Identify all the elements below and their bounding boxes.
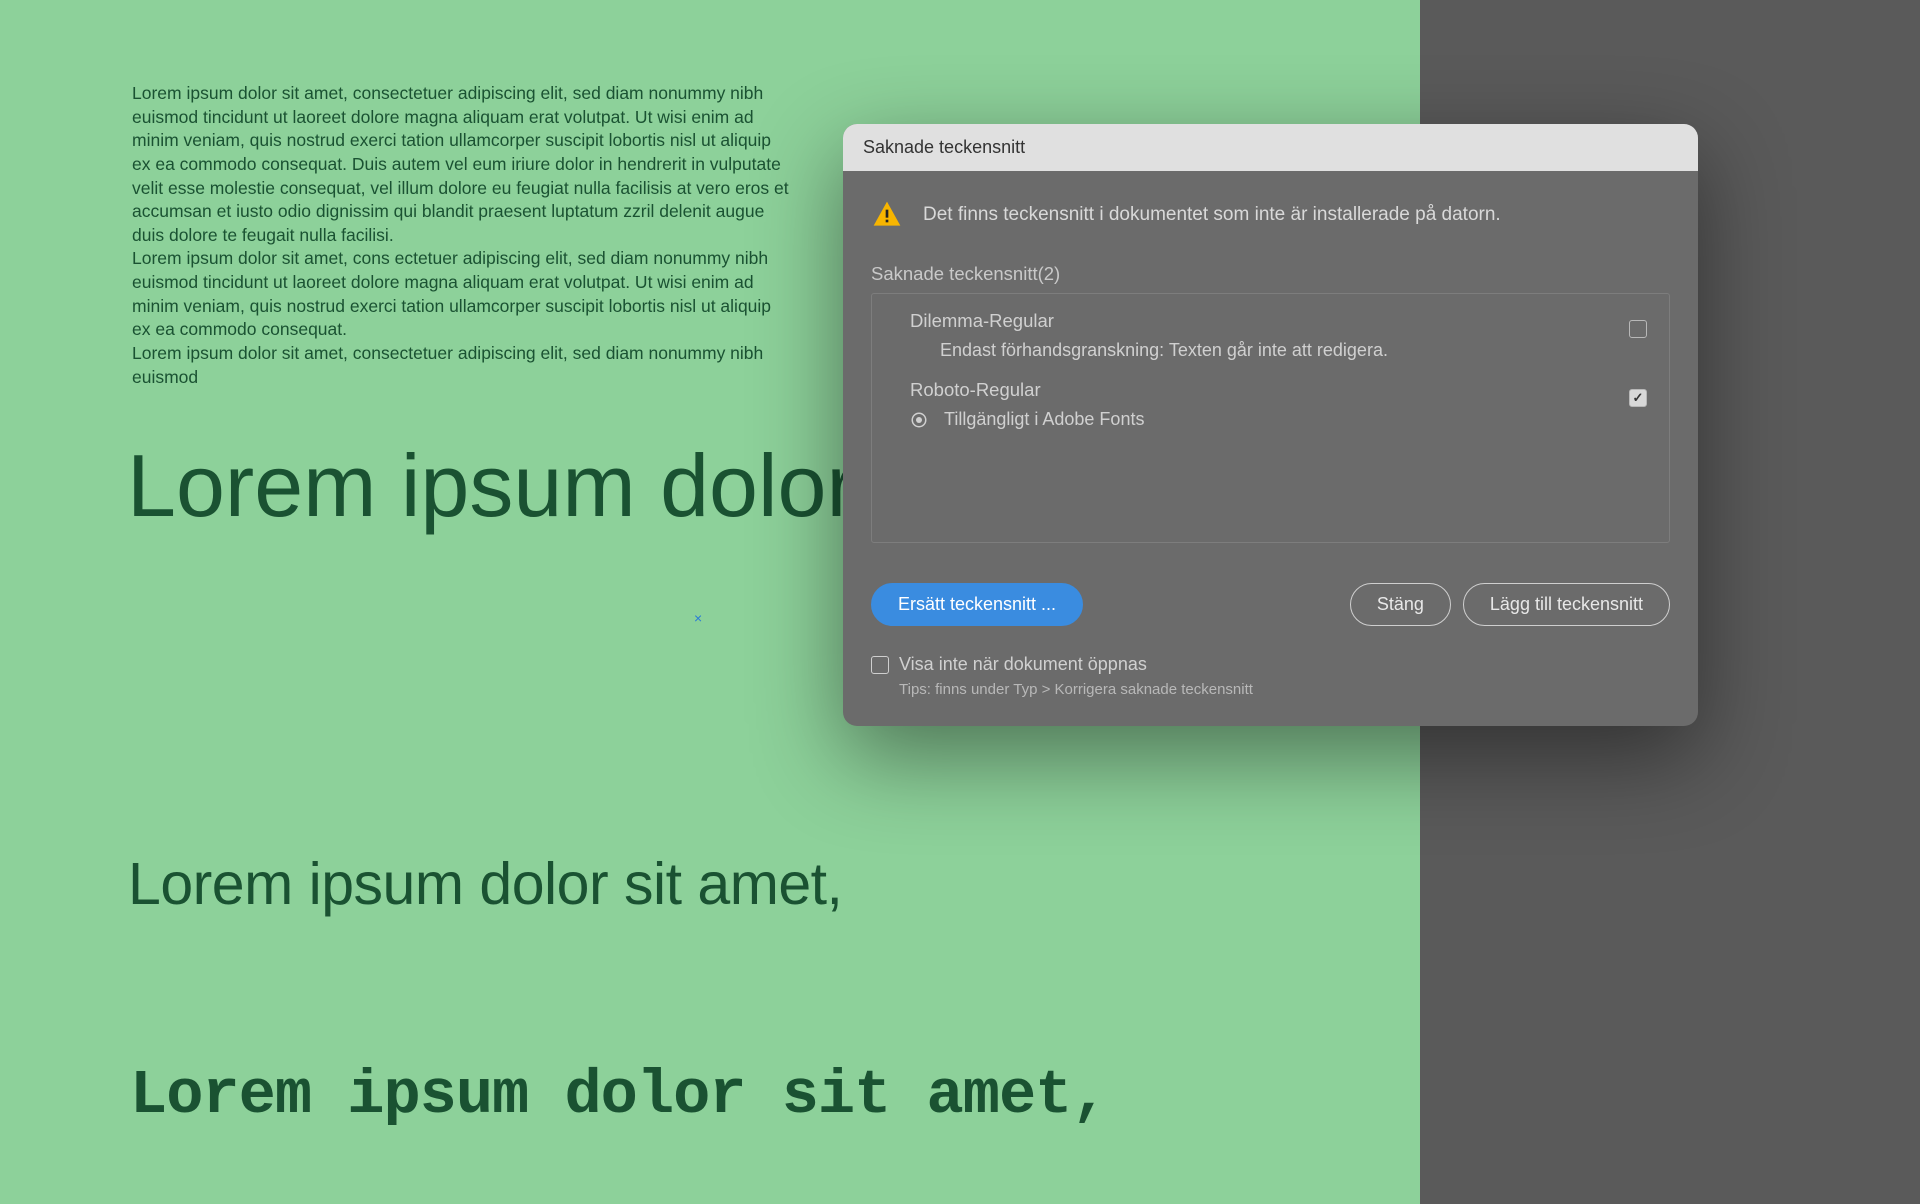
font-status-text: Tillgängligt i Adobe Fonts [940,409,1649,430]
tip-text: Tips: finns under Typ > Korrigera saknad… [899,681,1670,698]
font-name: Dilemma-Regular [910,310,1649,332]
font-status-text: Endast förhandsgranskning: Texten går in… [940,340,1649,361]
body-paragraph[interactable]: Lorem ipsum dolor sit amet, consectetuer… [132,82,792,389]
warning-row: Det finns teckensnitt i dokumentet som i… [871,199,1670,231]
missing-font-list: Dilemma-Regular Endast förhandsgransknin… [871,293,1670,543]
font-name: Roboto-Regular [910,379,1649,401]
replace-fonts-button[interactable]: Ersätt teckensnitt ... [871,583,1083,626]
dont-show-label: Visa inte när dokument öppnas [899,654,1147,675]
close-button[interactable]: Stäng [1350,583,1451,626]
dialog-footer: Visa inte när dokument öppnas Tips: finn… [871,654,1670,698]
add-fonts-button[interactable]: Lägg till teckensnitt [1463,583,1670,626]
font-list-item[interactable]: Roboto-Regular Tillgängligt i Adobe Font… [872,373,1669,442]
warning-icon [871,199,903,231]
font-status-label: Tillgängligt i Adobe Fonts [944,409,1144,430]
dont-show-again-row[interactable]: Visa inte när dokument öppnas [871,654,1670,675]
font-list-label: Saknade teckensnitt(2) [871,263,1670,285]
dialog-title: Saknade teckensnitt [843,124,1698,171]
anchor-marker-icon: × [694,610,702,626]
font-select-checkbox[interactable] [1629,389,1647,407]
font-list-item[interactable]: Dilemma-Regular Endast förhandsgransknin… [872,304,1669,373]
font-select-checkbox[interactable] [1629,320,1647,338]
dialog-body: Det finns teckensnitt i dokumentet som i… [843,171,1698,726]
heading-sample-2[interactable]: Lorem ipsum dolor sit amet, [128,850,842,918]
adobe-fonts-icon [910,411,928,429]
missing-fonts-dialog: Saknade teckensnitt Det finns teckensnit… [843,124,1698,726]
dialog-button-row: Ersätt teckensnitt ... Stäng Lägg till t… [871,583,1670,626]
dont-show-checkbox[interactable] [871,656,889,674]
heading-sample-3[interactable]: Lorem ipsum dolor sit amet, [130,1060,1108,1131]
warning-text: Det finns teckensnitt i dokumentet som i… [923,204,1501,226]
